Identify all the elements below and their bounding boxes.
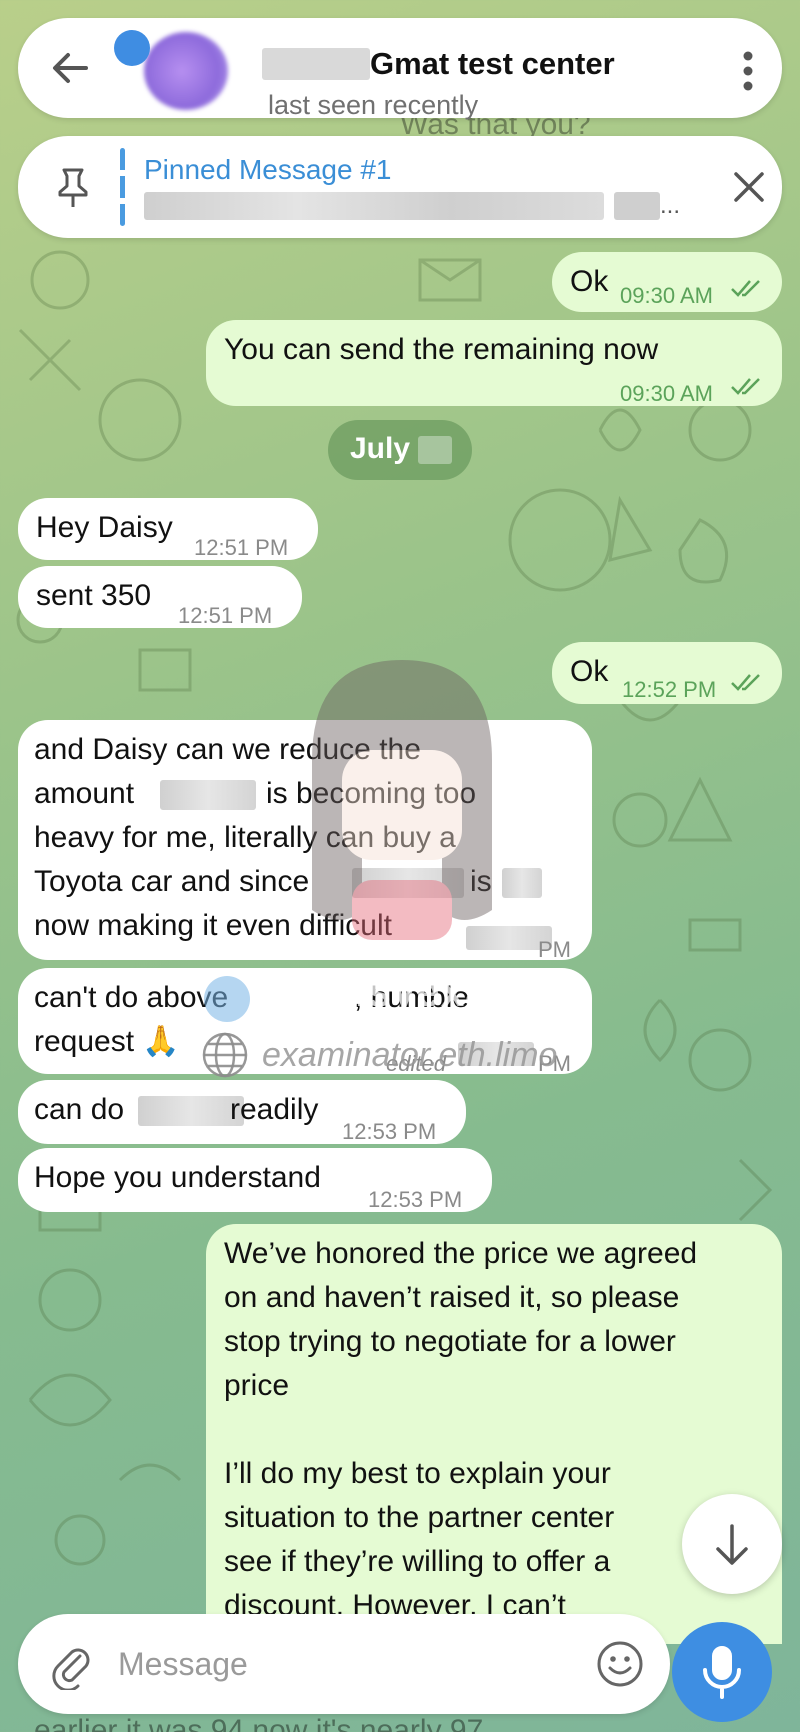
message-time: 12:51 PM <box>194 535 289 560</box>
message-text: Ok <box>570 265 609 298</box>
pinned-message-bar[interactable]: Pinned Message #1 ... <box>18 136 782 238</box>
pinned-preview-redaction <box>614 192 660 220</box>
message-text-line: price <box>224 1369 290 1402</box>
date-text: July <box>350 432 411 465</box>
message-bubble[interactable]: Ok 09:30 AM <box>552 252 782 312</box>
pinned-indicator <box>120 148 125 226</box>
text-redaction <box>138 1096 244 1126</box>
message-composer <box>18 1614 670 1714</box>
message-text-line: I’ll do my best to explain your <box>224 1457 611 1490</box>
message-text-line: stop trying to negotiate for a lower <box>224 1325 676 1358</box>
message-bubble[interactable]: You can send the remaining now 09:30 AM <box>206 320 782 406</box>
date-separator: July <box>328 420 472 480</box>
message-bubble[interactable]: can do readily 12:53 PM <box>18 1080 466 1144</box>
watermark-character <box>312 660 492 940</box>
title-redaction <box>262 48 370 80</box>
message-text-line: Toyota car and since <box>34 865 310 898</box>
message-time: 12:53 PM <box>368 1187 463 1212</box>
emoji-icon[interactable] <box>594 1638 646 1690</box>
pin-icon <box>48 162 98 212</box>
avatar-badge <box>114 30 150 66</box>
message-time: 09:30 AM <box>620 381 713 406</box>
message-time: 12:52 PM <box>622 677 717 702</box>
message-text: sent 350 <box>36 579 152 612</box>
partial-message-text: earlier it was 94 now it's nearly 97 <box>34 1714 484 1732</box>
watermark-site: examinator.eth.limo <box>262 1036 558 1074</box>
paperclip-icon[interactable] <box>46 1640 96 1692</box>
date-redaction <box>418 436 452 464</box>
message-text: Hope you understand <box>34 1161 321 1194</box>
message-time: 09:30 AM <box>620 283 713 308</box>
watermark-ring <box>204 976 250 1022</box>
message-text-line: readily <box>230 1093 319 1126</box>
message-text: Ok <box>570 655 609 688</box>
microphone-button[interactable] <box>672 1622 772 1722</box>
chat-status: last seen recently <box>268 90 479 120</box>
microphone-icon <box>703 1646 741 1699</box>
message-bubble[interactable]: sent 350 12:51 PM <box>18 566 302 628</box>
back-arrow-icon[interactable] <box>46 44 94 92</box>
message-input[interactable] <box>118 1638 548 1690</box>
watermark-handle: @daisyexams <box>262 968 553 1015</box>
message-text-line: on and haven’t raised it, so please <box>224 1281 680 1314</box>
globe-icon <box>202 1032 248 1078</box>
message-time: PM <box>538 937 571 962</box>
message-time: 12:51 PM <box>178 603 273 628</box>
pinned-ellipsis: ... <box>660 192 681 219</box>
scroll-down-button[interactable] <box>682 1494 782 1594</box>
message-bubble[interactable]: Ok 12:52 PM <box>552 642 782 704</box>
message-text-line: request 🙏 <box>34 1025 180 1058</box>
close-icon[interactable] <box>724 162 774 212</box>
more-vertical-icon[interactable] <box>730 46 766 96</box>
message-text-line: see if they’re willing to offer a <box>224 1545 611 1578</box>
text-redaction <box>160 780 256 810</box>
message-text-line: situation to the partner center <box>224 1501 615 1534</box>
double-check-icon <box>731 378 760 395</box>
pinned-preview-redaction <box>144 192 604 220</box>
message-text-line: can't do above <box>34 981 229 1014</box>
message-text: You can send the remaining now <box>224 333 659 366</box>
chat-title[interactable]: Gmat test center <box>370 46 615 82</box>
message-bubble[interactable]: Hope you understand 12:53 PM <box>18 1148 492 1212</box>
message-text-line: amount <box>34 777 135 810</box>
avatar[interactable] <box>114 26 232 110</box>
arrow-down-icon <box>716 1524 748 1565</box>
message-text-line: can do <box>34 1093 125 1126</box>
avatar-image <box>144 32 228 110</box>
double-check-icon <box>731 674 760 691</box>
chat-header: Gmat test center last seen recently <box>18 18 782 120</box>
double-check-icon <box>731 280 760 297</box>
pinned-title: Pinned Message #1 <box>144 154 392 185</box>
message-bubble[interactable]: Hey Daisy 12:51 PM <box>18 498 318 560</box>
message-text: Hey Daisy <box>36 511 173 544</box>
message-text-line: We’ve honored the price we agreed <box>224 1237 698 1270</box>
